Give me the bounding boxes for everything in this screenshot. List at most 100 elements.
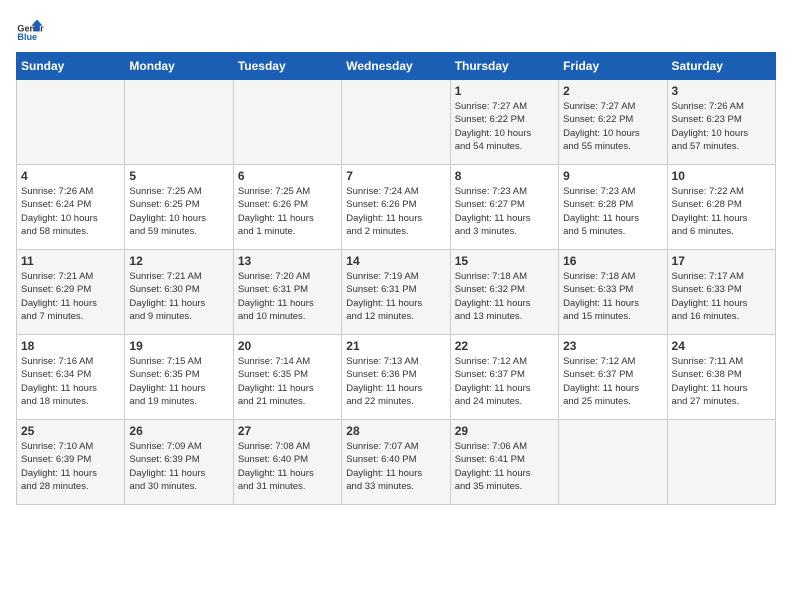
week-row-2: 4Sunrise: 7:26 AM Sunset: 6:24 PM Daylig… bbox=[17, 165, 776, 250]
day-number: 23 bbox=[563, 339, 662, 353]
day-info: Sunrise: 7:12 AM Sunset: 6:37 PM Dayligh… bbox=[455, 355, 554, 408]
day-number: 25 bbox=[21, 424, 120, 438]
week-row-3: 11 Sunrise: 7:21 AM Sunset: 6:29 PM Dayli… bbox=[17, 250, 776, 335]
day-number: 7 bbox=[346, 169, 445, 183]
weekday-wednesday: Wednesday bbox=[342, 53, 450, 80]
day-number: 1 bbox=[455, 84, 554, 98]
calendar-cell bbox=[233, 80, 341, 165]
day-info: Sunrise: 7:13 AM Sunset: 6:36 PM Dayligh… bbox=[346, 355, 445, 408]
day-number: 20 bbox=[238, 339, 337, 353]
calendar-cell: 12 Sunrise: 7:21 AM Sunset: 6:30 PM Dayli… bbox=[125, 250, 233, 335]
calendar-cell: 19 Sunrise: 7:15 AM Sunset: 6:35 PM Dayli… bbox=[125, 335, 233, 420]
weekday-tuesday: Tuesday bbox=[233, 53, 341, 80]
day-number: 10 bbox=[672, 169, 771, 183]
calendar-cell: 8 Sunrise: 7:23 AM Sunset: 6:27 PM Daylig… bbox=[450, 165, 558, 250]
calendar-cell bbox=[667, 420, 775, 505]
calendar-cell: 15Sunrise: 7:18 AM Sunset: 6:32 PM Dayli… bbox=[450, 250, 558, 335]
day-info: Sunrise: 7:23 AM Sunset: 6:27 PM Dayligh… bbox=[455, 185, 554, 238]
day-number: 3 bbox=[672, 84, 771, 98]
calendar-cell: 7 Sunrise: 7:24 AM Sunset: 6:26 PM Daylig… bbox=[342, 165, 450, 250]
day-info: Sunrise: 7:08 AM Sunset: 6:40 PM Dayligh… bbox=[238, 440, 337, 493]
calendar-cell: 26 Sunrise: 7:09 AM Sunset: 6:39 PM Dayli… bbox=[125, 420, 233, 505]
day-info: Sunrise: 7:09 AM Sunset: 6:39 PM Dayligh… bbox=[129, 440, 228, 493]
week-row-5: 25Sunrise: 7:10 AM Sunset: 6:39 PM Dayli… bbox=[17, 420, 776, 505]
day-info: Sunrise: 7:15 AM Sunset: 6:35 PM Dayligh… bbox=[129, 355, 228, 408]
calendar-cell: 17 Sunrise: 7:17 AM Sunset: 6:33 PM Dayli… bbox=[667, 250, 775, 335]
calendar-body: 1 Sunrise: 7:27 AM Sunset: 6:22 PM Daylig… bbox=[17, 80, 776, 505]
day-info: Sunrise: 7:21 AM Sunset: 6:30 PM Dayligh… bbox=[129, 270, 228, 323]
day-info: Sunrise: 7:27 AM Sunset: 6:22 PM Dayligh… bbox=[563, 100, 662, 153]
calendar-cell: 20 Sunrise: 7:14 AM Sunset: 6:35 PM Dayli… bbox=[233, 335, 341, 420]
day-info: Sunrise: 7:18 AM Sunset: 6:33 PM Dayligh… bbox=[563, 270, 662, 323]
calendar-cell: 14 Sunrise: 7:19 AM Sunset: 6:31 PM Dayli… bbox=[342, 250, 450, 335]
day-info: Sunrise: 7:21 AM Sunset: 6:29 PM Dayligh… bbox=[21, 270, 120, 323]
day-info: Sunrise: 7:27 AM Sunset: 6:22 PM Dayligh… bbox=[455, 100, 554, 153]
day-number: 19 bbox=[129, 339, 228, 353]
calendar-cell: 3Sunrise: 7:26 AM Sunset: 6:23 PM Daylig… bbox=[667, 80, 775, 165]
day-info: Sunrise: 7:24 AM Sunset: 6:26 PM Dayligh… bbox=[346, 185, 445, 238]
day-number: 8 bbox=[455, 169, 554, 183]
weekday-thursday: Thursday bbox=[450, 53, 558, 80]
day-number: 2 bbox=[563, 84, 662, 98]
logo: General Blue bbox=[16, 16, 48, 44]
calendar-cell: 25Sunrise: 7:10 AM Sunset: 6:39 PM Dayli… bbox=[17, 420, 125, 505]
calendar-cell: 21 Sunrise: 7:13 AM Sunset: 6:36 PM Dayli… bbox=[342, 335, 450, 420]
weekday-friday: Friday bbox=[559, 53, 667, 80]
day-info: Sunrise: 7:07 AM Sunset: 6:40 PM Dayligh… bbox=[346, 440, 445, 493]
day-info: Sunrise: 7:11 AM Sunset: 6:38 PM Dayligh… bbox=[672, 355, 771, 408]
day-info: Sunrise: 7:25 AM Sunset: 6:25 PM Dayligh… bbox=[129, 185, 228, 238]
day-number: 24 bbox=[672, 339, 771, 353]
day-number: 26 bbox=[129, 424, 228, 438]
day-number: 13 bbox=[238, 254, 337, 268]
day-number: 21 bbox=[346, 339, 445, 353]
day-number: 27 bbox=[238, 424, 337, 438]
calendar-cell: 13 Sunrise: 7:20 AM Sunset: 6:31 PM Dayli… bbox=[233, 250, 341, 335]
calendar-cell: 27 Sunrise: 7:08 AM Sunset: 6:40 PM Dayli… bbox=[233, 420, 341, 505]
calendar-cell: 2 Sunrise: 7:27 AM Sunset: 6:22 PM Daylig… bbox=[559, 80, 667, 165]
calendar-cell: 11 Sunrise: 7:21 AM Sunset: 6:29 PM Dayli… bbox=[17, 250, 125, 335]
calendar-table: SundayMondayTuesdayWednesdayThursdayFrid… bbox=[16, 52, 776, 505]
day-info: Sunrise: 7:14 AM Sunset: 6:35 PM Dayligh… bbox=[238, 355, 337, 408]
header: General Blue bbox=[16, 16, 776, 44]
calendar-cell: 18 Sunrise: 7:16 AM Sunset: 6:34 PM Dayli… bbox=[17, 335, 125, 420]
calendar-cell: 4Sunrise: 7:26 AM Sunset: 6:24 PM Daylig… bbox=[17, 165, 125, 250]
day-info: Sunrise: 7:16 AM Sunset: 6:34 PM Dayligh… bbox=[21, 355, 120, 408]
weekday-monday: Monday bbox=[125, 53, 233, 80]
day-number: 12 bbox=[129, 254, 228, 268]
day-info: Sunrise: 7:18 AM Sunset: 6:32 PM Dayligh… bbox=[455, 270, 554, 323]
day-info: Sunrise: 7:23 AM Sunset: 6:28 PM Dayligh… bbox=[563, 185, 662, 238]
calendar-cell: 24 Sunrise: 7:11 AM Sunset: 6:38 PM Dayli… bbox=[667, 335, 775, 420]
week-row-4: 18 Sunrise: 7:16 AM Sunset: 6:34 PM Dayli… bbox=[17, 335, 776, 420]
day-info: Sunrise: 7:19 AM Sunset: 6:31 PM Dayligh… bbox=[346, 270, 445, 323]
calendar-cell: 6Sunrise: 7:25 AM Sunset: 6:26 PM Daylig… bbox=[233, 165, 341, 250]
day-number: 28 bbox=[346, 424, 445, 438]
weekday-header-row: SundayMondayTuesdayWednesdayThursdayFrid… bbox=[17, 53, 776, 80]
calendar-cell bbox=[17, 80, 125, 165]
calendar-cell bbox=[559, 420, 667, 505]
week-row-1: 1 Sunrise: 7:27 AM Sunset: 6:22 PM Daylig… bbox=[17, 80, 776, 165]
calendar-cell: 16Sunrise: 7:18 AM Sunset: 6:33 PM Dayli… bbox=[559, 250, 667, 335]
calendar-header: SundayMondayTuesdayWednesdayThursdayFrid… bbox=[17, 53, 776, 80]
day-number: 17 bbox=[672, 254, 771, 268]
day-info: Sunrise: 7:22 AM Sunset: 6:28 PM Dayligh… bbox=[672, 185, 771, 238]
weekday-sunday: Sunday bbox=[17, 53, 125, 80]
day-number: 18 bbox=[21, 339, 120, 353]
calendar-cell: 5 Sunrise: 7:25 AM Sunset: 6:25 PM Daylig… bbox=[125, 165, 233, 250]
day-number: 5 bbox=[129, 169, 228, 183]
calendar-cell bbox=[342, 80, 450, 165]
day-number: 14 bbox=[346, 254, 445, 268]
day-info: Sunrise: 7:17 AM Sunset: 6:33 PM Dayligh… bbox=[672, 270, 771, 323]
calendar-cell: 29 Sunrise: 7:06 AM Sunset: 6:41 PM Dayli… bbox=[450, 420, 558, 505]
calendar-cell: 10 Sunrise: 7:22 AM Sunset: 6:28 PM Dayli… bbox=[667, 165, 775, 250]
day-info: Sunrise: 7:20 AM Sunset: 6:31 PM Dayligh… bbox=[238, 270, 337, 323]
day-number: 4 bbox=[21, 169, 120, 183]
calendar-cell: 1 Sunrise: 7:27 AM Sunset: 6:22 PM Daylig… bbox=[450, 80, 558, 165]
svg-text:Blue: Blue bbox=[17, 32, 37, 42]
day-info: Sunrise: 7:06 AM Sunset: 6:41 PM Dayligh… bbox=[455, 440, 554, 493]
day-number: 6 bbox=[238, 169, 337, 183]
weekday-saturday: Saturday bbox=[667, 53, 775, 80]
day-number: 11 bbox=[21, 254, 120, 268]
calendar-cell: 22Sunrise: 7:12 AM Sunset: 6:37 PM Dayli… bbox=[450, 335, 558, 420]
calendar-cell: 9Sunrise: 7:23 AM Sunset: 6:28 PM Daylig… bbox=[559, 165, 667, 250]
day-number: 29 bbox=[455, 424, 554, 438]
